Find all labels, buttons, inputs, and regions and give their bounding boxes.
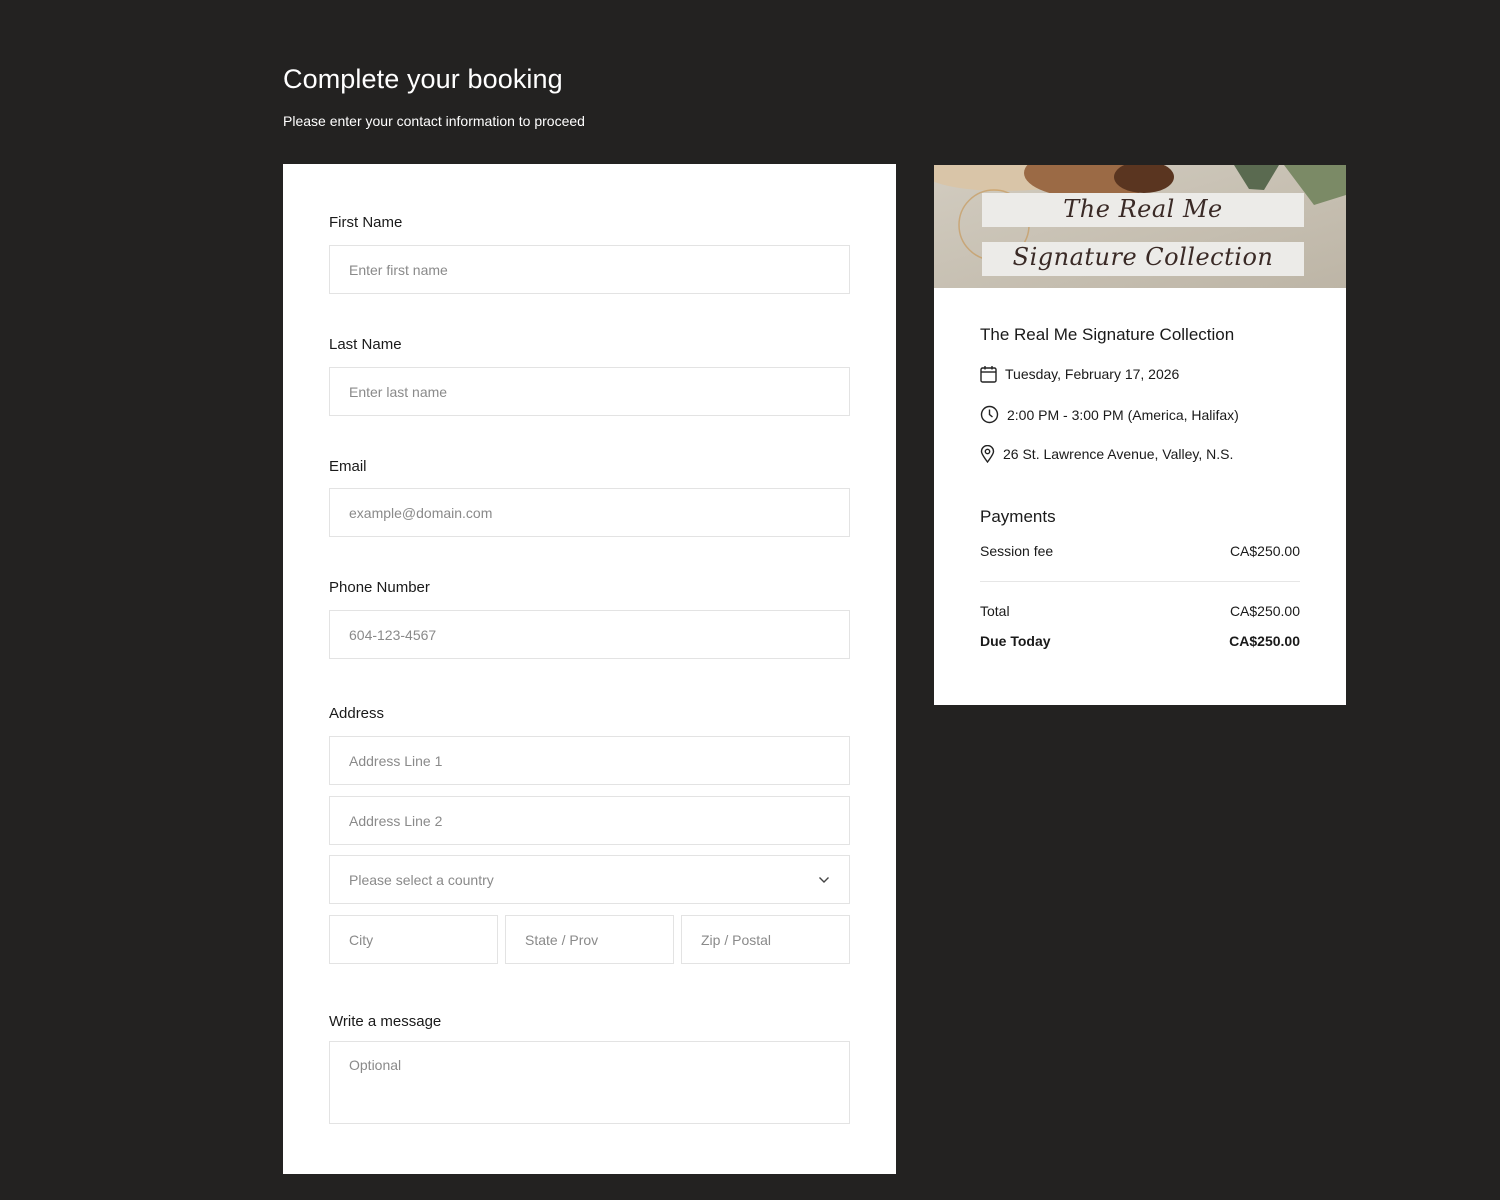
event-title: The Real Me Signature Collection <box>980 325 1235 344</box>
banner-title-line: The Real Me <box>1063 195 1223 223</box>
first-name-input[interactable] <box>329 245 850 294</box>
map-pin-icon <box>980 445 995 463</box>
due-today-row: Due Today CA$250.00 <box>980 633 1300 649</box>
clock-icon <box>980 405 999 424</box>
session-fee-amount: CA$250.00 <box>1229 543 1300 559</box>
due-today-amount: CA$250.00 <box>1229 633 1300 649</box>
message-textarea[interactable] <box>329 1041 850 1124</box>
message-label: Write a message <box>329 1013 442 1030</box>
state-input[interactable] <box>505 915 674 964</box>
contact-form: First Name Last Name Email Phone Number … <box>283 164 896 1174</box>
event-banner-image: The Real Me Signature Collection <box>934 165 1346 288</box>
total-row: Total CA$250.00 <box>980 603 1300 619</box>
session-fee-label: Session fee <box>980 543 1054 559</box>
event-time-row: 2:00 PM - 3:00 PM (America, Halifax) <box>980 405 1239 424</box>
booking-summary: The Real Me Signature Collection The Rea… <box>934 165 1346 705</box>
address-line1-input[interactable] <box>329 736 850 785</box>
first-name-label: First Name <box>329 214 403 231</box>
last-name-input[interactable] <box>329 367 850 416</box>
event-date: Tuesday, February 17, 2026 <box>1005 366 1180 382</box>
phone-label: Phone Number <box>329 579 430 596</box>
due-today-label: Due Today <box>980 633 1051 649</box>
banner-subtitle-line: Signature Collection <box>1012 243 1274 271</box>
country-select-placeholder: Please select a country <box>349 871 494 888</box>
total-amount: CA$250.00 <box>1229 603 1300 619</box>
chevron-down-icon <box>818 876 830 884</box>
city-input[interactable] <box>329 915 498 964</box>
phone-input[interactable] <box>329 610 850 659</box>
page-title: Complete your booking <box>283 64 563 94</box>
country-select[interactable]: Please select a country <box>329 855 850 904</box>
address-line2-input[interactable] <box>329 796 850 845</box>
session-fee-row: Session fee CA$250.00 <box>980 543 1300 559</box>
event-location: 26 St. Lawrence Avenue, Valley, N.S. <box>1003 446 1234 462</box>
page-subtitle: Please enter your contact information to… <box>283 113 585 129</box>
event-date-row: Tuesday, February 17, 2026 <box>980 365 1179 383</box>
event-time: 2:00 PM - 3:00 PM (America, Halifax) <box>1007 406 1239 423</box>
payments-heading: Payments <box>980 507 1056 526</box>
email-input[interactable] <box>329 488 850 537</box>
payments-divider <box>980 581 1300 582</box>
total-label: Total <box>980 603 1010 619</box>
email-label: Email <box>329 458 367 475</box>
zip-input[interactable] <box>681 915 850 964</box>
calendar-icon <box>980 365 997 383</box>
last-name-label: Last Name <box>329 336 402 353</box>
address-label: Address <box>329 705 385 722</box>
event-location-row: 26 St. Lawrence Avenue, Valley, N.S. <box>980 445 1233 463</box>
